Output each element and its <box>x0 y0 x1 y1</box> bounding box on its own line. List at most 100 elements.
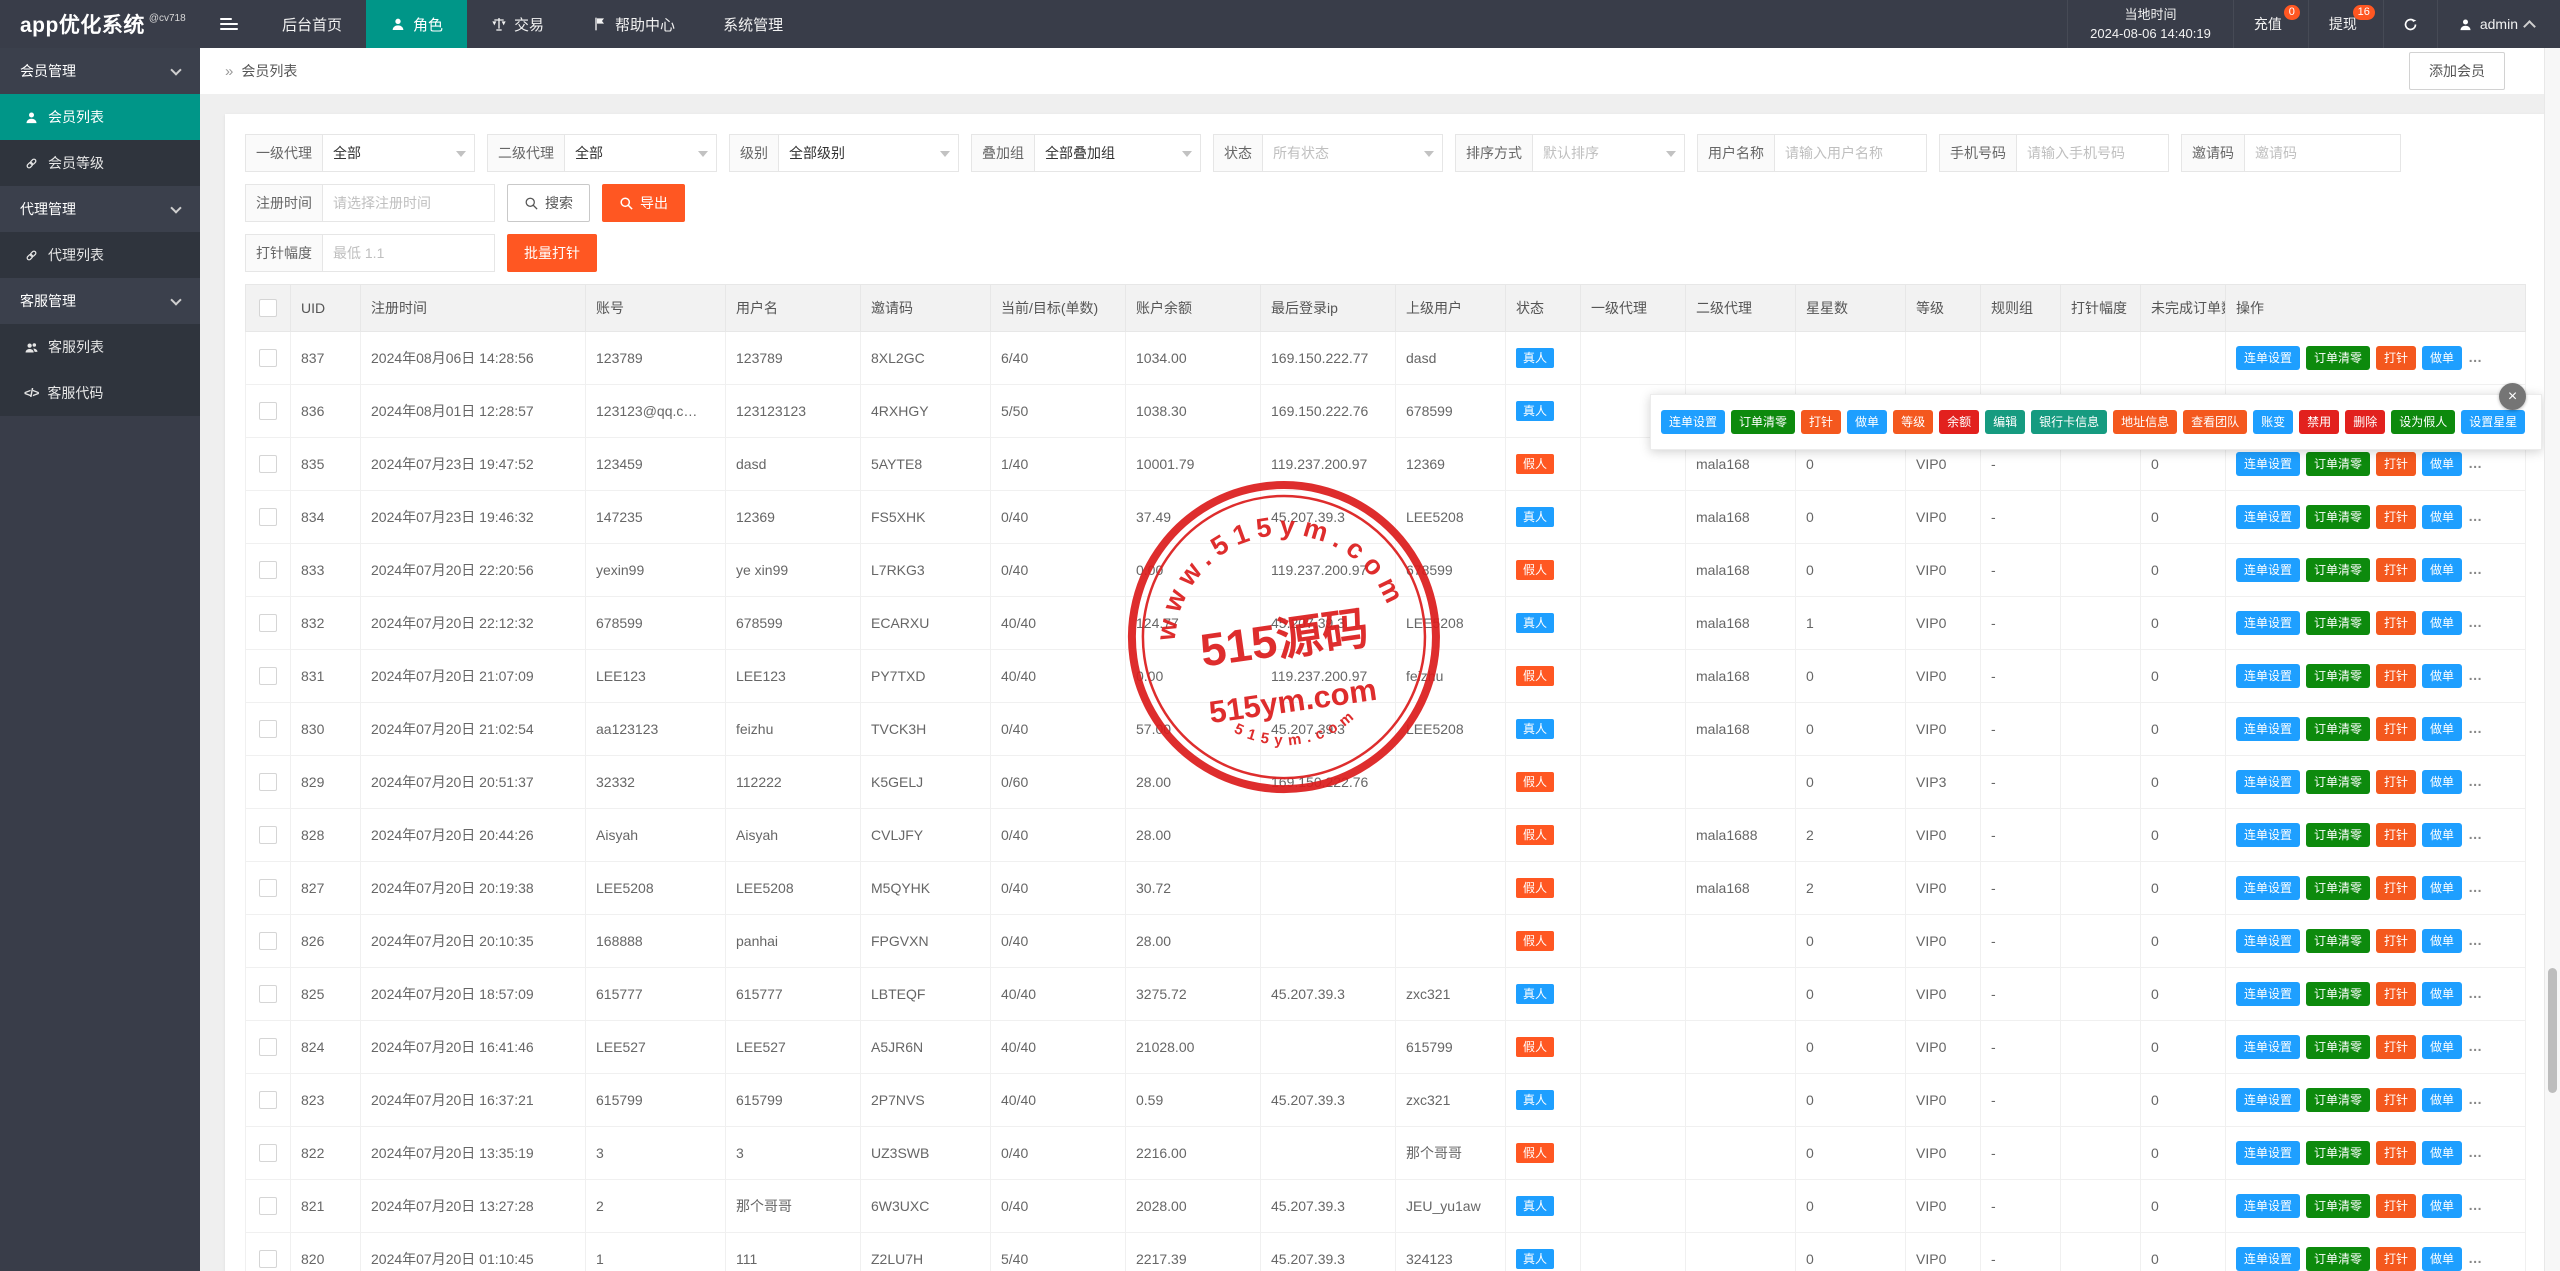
row-checkbox[interactable] <box>259 614 277 632</box>
action-button-连单设置[interactable]: 连单设置 <box>2236 1194 2300 1218</box>
row-checkbox[interactable] <box>259 985 277 1003</box>
action-button-订单清零[interactable]: 订单清零 <box>2306 664 2370 688</box>
row-checkbox[interactable] <box>259 349 277 367</box>
action-button-订单清零[interactable]: 订单清零 <box>2306 346 2370 370</box>
action-button-连单设置[interactable]: 连单设置 <box>2236 611 2300 635</box>
action-button-订单清零[interactable]: 订单清零 <box>2306 611 2370 635</box>
action-button-连单设置[interactable]: 连单设置 <box>2236 1247 2300 1271</box>
action-button-打针[interactable]: 打针 <box>2376 1247 2416 1271</box>
more-actions-button[interactable]: … <box>2468 1250 2483 1266</box>
action-button-订单清零[interactable]: 订单清零 <box>2306 558 2370 582</box>
sidebar-item-客服列表[interactable]: 客服列表 <box>0 324 200 370</box>
action-button-做单[interactable]: 做单 <box>2422 717 2462 741</box>
popup-action-银行卡信息[interactable]: 银行卡信息 <box>2031 410 2107 434</box>
sidebar-item-代理列表[interactable]: 代理列表 <box>0 232 200 278</box>
action-button-连单设置[interactable]: 连单设置 <box>2236 1035 2300 1059</box>
action-button-做单[interactable]: 做单 <box>2422 505 2462 529</box>
more-actions-button[interactable]: … <box>2468 667 2483 683</box>
action-button-打针[interactable]: 打针 <box>2376 452 2416 476</box>
row-checkbox[interactable] <box>259 773 277 791</box>
action-button-做单[interactable]: 做单 <box>2422 611 2462 635</box>
action-button-订单清零[interactable]: 订单清零 <box>2306 876 2370 900</box>
row-checkbox[interactable] <box>259 879 277 897</box>
more-actions-button[interactable]: … <box>2468 1091 2483 1107</box>
more-actions-button[interactable]: … <box>2468 349 2483 365</box>
popup-action-余额[interactable]: 余额 <box>1939 410 1979 434</box>
hamburger-menu-icon[interactable] <box>200 0 258 48</box>
action-button-做单[interactable]: 做单 <box>2422 929 2462 953</box>
popup-action-设为假人[interactable]: 设为假人 <box>2391 410 2455 434</box>
action-button-连单设置[interactable]: 连单设置 <box>2236 558 2300 582</box>
action-button-打针[interactable]: 打针 <box>2376 770 2416 794</box>
withdraw-link[interactable]: 提现 16 <box>2308 0 2383 48</box>
sidebar-group-1[interactable]: 会员管理 <box>0 48 200 94</box>
action-button-做单[interactable]: 做单 <box>2422 876 2462 900</box>
more-actions-button[interactable]: … <box>2468 1197 2483 1213</box>
needle-range-input[interactable]: 最低 1.1 <box>323 235 494 271</box>
popup-action-地址信息[interactable]: 地址信息 <box>2113 410 2177 434</box>
action-button-做单[interactable]: 做单 <box>2422 664 2462 688</box>
admin-user-menu[interactable]: admin <box>2437 0 2560 48</box>
sidebar-group-3[interactable]: 客服管理 <box>0 278 200 324</box>
export-button[interactable]: 导出 <box>602 184 685 222</box>
popup-action-连单设置[interactable]: 连单设置 <box>1661 410 1725 434</box>
action-button-做单[interactable]: 做单 <box>2422 1088 2462 1112</box>
sidebar-group-2[interactable]: 代理管理 <box>0 186 200 232</box>
action-button-订单清零[interactable]: 订单清零 <box>2306 770 2370 794</box>
more-actions-button[interactable]: … <box>2468 879 2483 895</box>
more-actions-button[interactable]: … <box>2468 455 2483 471</box>
popup-action-订单清零[interactable]: 订单清零 <box>1731 410 1795 434</box>
action-button-做单[interactable]: 做单 <box>2422 558 2462 582</box>
action-button-打针[interactable]: 打针 <box>2376 823 2416 847</box>
action-button-连单设置[interactable]: 连单设置 <box>2236 823 2300 847</box>
reg-time-input[interactable]: 请选择注册时间 <box>323 185 494 221</box>
action-button-连单设置[interactable]: 连单设置 <box>2236 664 2300 688</box>
filter-text-input[interactable]: 邀请码 <box>2245 135 2400 171</box>
popup-action-禁用[interactable]: 禁用 <box>2299 410 2339 434</box>
filter-text-input[interactable]: 请输入手机号码 <box>2017 135 2168 171</box>
action-button-做单[interactable]: 做单 <box>2422 1194 2462 1218</box>
row-checkbox[interactable] <box>259 1144 277 1162</box>
row-checkbox[interactable] <box>259 455 277 473</box>
filter-select-value[interactable]: 全部 <box>565 135 716 171</box>
action-button-连单设置[interactable]: 连单设置 <box>2236 1141 2300 1165</box>
filter-select-value[interactable]: 全部叠加组 <box>1035 135 1200 171</box>
action-button-打针[interactable]: 打针 <box>2376 505 2416 529</box>
sidebar-item-客服代码[interactable]: </>客服代码 <box>0 370 200 416</box>
filter-select-value[interactable]: 全部级别 <box>779 135 958 171</box>
action-button-打针[interactable]: 打针 <box>2376 346 2416 370</box>
close-icon[interactable]: × <box>2499 383 2526 410</box>
refresh-icon[interactable] <box>2383 0 2437 48</box>
nav-item-1[interactable]: 后台首页 <box>258 0 366 48</box>
more-actions-button[interactable]: … <box>2468 985 2483 1001</box>
nav-item-3[interactable]: 交易 <box>467 0 568 48</box>
action-button-订单清零[interactable]: 订单清零 <box>2306 1088 2370 1112</box>
more-actions-button[interactable]: … <box>2468 1038 2483 1054</box>
action-button-做单[interactable]: 做单 <box>2422 770 2462 794</box>
add-member-button[interactable]: 添加会员 <box>2409 52 2505 90</box>
nav-item-4[interactable]: 帮助中心 <box>568 0 699 48</box>
row-checkbox[interactable] <box>259 402 277 420</box>
action-button-订单清零[interactable]: 订单清零 <box>2306 1141 2370 1165</box>
action-button-订单清零[interactable]: 订单清零 <box>2306 717 2370 741</box>
action-button-订单清零[interactable]: 订单清零 <box>2306 982 2370 1006</box>
action-button-订单清零[interactable]: 订单清零 <box>2306 505 2370 529</box>
popup-action-删除[interactable]: 删除 <box>2345 410 2385 434</box>
filter-select-value[interactable]: 所有状态 <box>1263 135 1442 171</box>
action-button-订单清零[interactable]: 订单清零 <box>2306 1035 2370 1059</box>
action-button-连单设置[interactable]: 连单设置 <box>2236 1088 2300 1112</box>
row-checkbox[interactable] <box>259 720 277 738</box>
more-actions-button[interactable]: … <box>2468 932 2483 948</box>
filter-text-input[interactable]: 请输入用户名称 <box>1775 135 1926 171</box>
more-actions-button[interactable]: … <box>2468 773 2483 789</box>
sidebar-item-会员等级[interactable]: 会员等级 <box>0 140 200 186</box>
action-button-打针[interactable]: 打针 <box>2376 717 2416 741</box>
action-button-连单设置[interactable]: 连单设置 <box>2236 929 2300 953</box>
filter-select-value[interactable]: 全部 <box>323 135 474 171</box>
action-button-连单设置[interactable]: 连单设置 <box>2236 452 2300 476</box>
action-button-订单清零[interactable]: 订单清零 <box>2306 929 2370 953</box>
more-actions-button[interactable]: … <box>2468 1144 2483 1160</box>
action-button-连单设置[interactable]: 连单设置 <box>2236 717 2300 741</box>
recharge-link[interactable]: 充值 0 <box>2233 0 2308 48</box>
action-button-打针[interactable]: 打针 <box>2376 1088 2416 1112</box>
